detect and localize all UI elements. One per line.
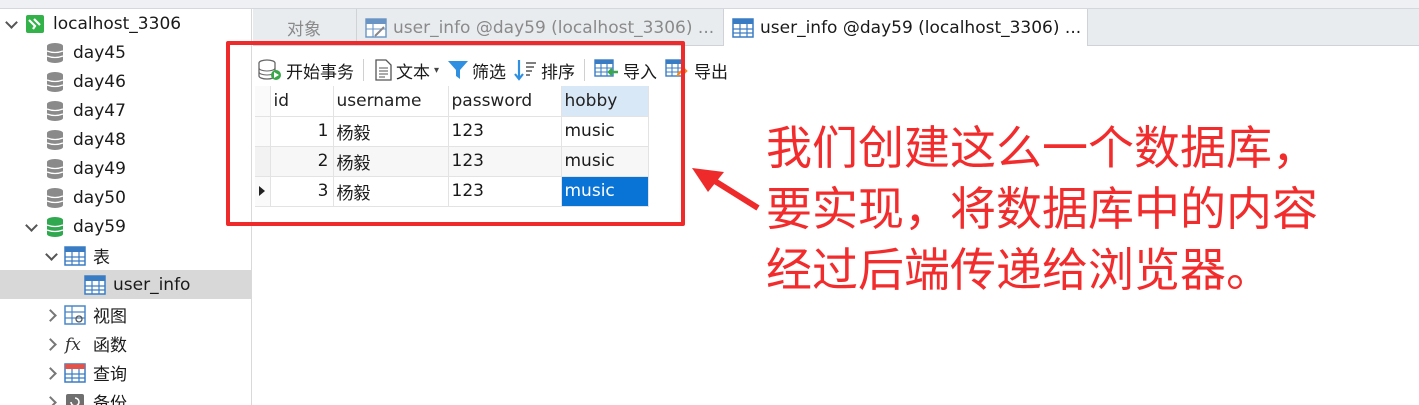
chevron-down-icon[interactable] [46,250,58,262]
navigator-panel: localhost_3306 day45 day46 day47 day48 d… [0,9,252,405]
tree-backups-group[interactable]: 备份 [0,387,251,405]
highlight-box [226,41,685,226]
views-group-label: 视图 [93,307,127,327]
svg-text:fx: fx [64,335,81,354]
chevron-right-icon[interactable] [46,367,58,379]
database-icon [44,158,66,180]
menu-bar [0,0,1419,9]
functions-group-label: 函数 [93,336,127,356]
tab-table-data[interactable]: user_info @day59 (localhost_3306) ... [724,9,1088,47]
database-icon [44,71,66,93]
tree-database[interactable]: day45 [0,38,251,67]
backups-group-label: 备份 [93,394,127,405]
tree-database[interactable]: day47 [0,96,251,125]
table-icon [84,274,106,296]
tree-connection[interactable]: localhost_3306 [0,9,251,38]
tab-label: user_info @day59 (localhost_3306) ... [760,18,1082,38]
connection-label: localhost_3306 [53,13,182,34]
table-label: user_info [113,274,191,295]
annotation-line: 经过后端传递给浏览器。 [766,243,1272,297]
view-icon [64,304,86,326]
queries-group-label: 查询 [93,365,127,385]
annotation-line: 要实现，将数据库中的内容 [766,182,1318,236]
chevron-down-icon[interactable] [26,221,38,233]
tree-tables-group[interactable]: 表 [0,241,251,270]
table-edit-icon [365,17,387,38]
function-icon: fx [64,333,86,355]
tree-database[interactable]: day48 [0,125,251,154]
database-label: day48 [73,129,126,150]
database-label: day49 [73,158,126,179]
database-label: day46 [73,71,126,92]
chevron-right-icon[interactable] [46,309,58,321]
database-label: day45 [73,42,126,63]
database-label: day47 [73,100,126,121]
database-open-icon [44,216,66,238]
annotation-arrow [692,168,760,211]
tree-table-item[interactable]: user_info [0,270,251,299]
tree-database[interactable]: day49 [0,154,251,183]
database-icon [44,187,66,209]
database-label: day59 [73,216,126,237]
tables-group-label: 表 [93,248,110,268]
tab-label: user_info @day59 (localhost_3306) ... [393,17,715,38]
database-label: day50 [73,187,126,208]
annotation-text: 我们创建这么一个数据库， 要实现，将数据库中的内容 经过后端传递给浏览器。 [766,118,1318,301]
chevron-down-icon[interactable] [6,18,18,30]
tree-database-open[interactable]: day59 [0,212,251,241]
chevron-right-icon[interactable] [46,338,58,350]
database-icon [44,129,66,151]
export-label: 导出 [694,62,729,83]
tree-database[interactable]: day46 [0,67,251,96]
table-icon [732,18,754,38]
tree-views-group[interactable]: 视图 [0,300,251,329]
tree-functions-group[interactable]: fx 函数 [0,329,251,358]
backup-icon [64,391,86,405]
annotation-line: 我们创建这么一个数据库， [766,121,1318,175]
chevron-right-icon[interactable] [46,396,58,405]
tree-queries-group[interactable]: 查询 [0,358,251,387]
database-icon [44,42,66,64]
tab-label: 对象 [287,20,321,40]
query-icon [64,362,86,384]
table-icon [64,245,86,267]
database-icon [44,100,66,122]
tree-database[interactable]: day50 [0,183,251,212]
connection-icon [24,13,46,35]
